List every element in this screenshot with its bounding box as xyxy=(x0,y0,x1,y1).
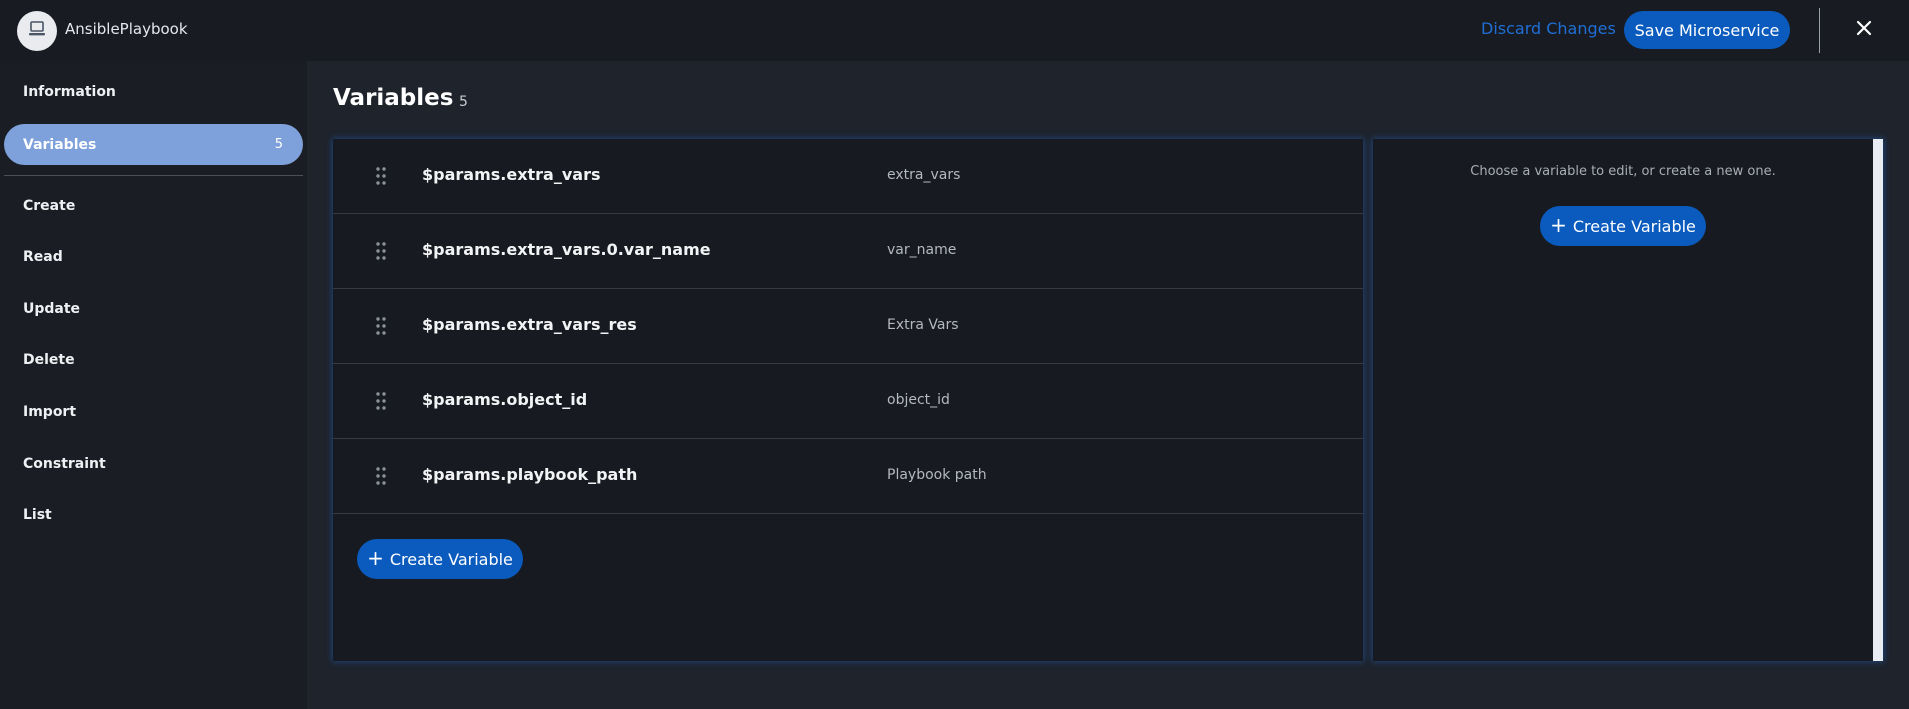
close-button[interactable] xyxy=(1852,18,1876,42)
drag-handle-icon[interactable] xyxy=(376,392,386,410)
sidebar-item-label: List xyxy=(23,507,52,523)
variables-count: 5 xyxy=(459,94,468,110)
sidebar-item-variables[interactable]: Variables 5 xyxy=(4,124,303,165)
sidebar-item-label: Create xyxy=(23,198,76,214)
variable-row[interactable]: $params.extra_vars.0.var_name var_name xyxy=(333,214,1363,289)
drag-handle-icon[interactable] xyxy=(376,242,386,260)
variables-count-badge: 5 xyxy=(274,137,283,152)
top-bar: AnsiblePlaybook Discard Changes Save Mic… xyxy=(0,0,1909,61)
plus-icon: + xyxy=(367,546,384,570)
sidebar-item-label: Delete xyxy=(23,352,75,368)
variable-row[interactable]: $params.extra_vars_res Extra Vars xyxy=(333,289,1363,364)
computer-icon xyxy=(27,20,47,42)
sidebar-item-import[interactable]: Import xyxy=(0,392,307,432)
variable-name: $params.object_id xyxy=(422,390,588,409)
editor-hint: Choose a variable to edit, or create a n… xyxy=(1470,164,1776,179)
variable-label: object_id xyxy=(887,392,950,408)
sidebar-item-delete[interactable]: Delete xyxy=(0,340,307,380)
variable-row[interactable]: $params.playbook_path Playbook path xyxy=(333,439,1363,514)
variables-list-panel: $params.extra_vars extra_vars $params.ex… xyxy=(333,139,1363,661)
editor-scrollbar[interactable] xyxy=(1873,139,1883,661)
close-icon xyxy=(1856,20,1872,40)
variable-row[interactable]: $params.object_id object_id xyxy=(333,364,1363,439)
sidebar-item-constraint[interactable]: Constraint xyxy=(0,444,307,484)
plus-icon: + xyxy=(1550,213,1567,237)
variable-editor-panel: Choose a variable to edit, or create a n… xyxy=(1373,139,1883,661)
create-variable-label: Create Variable xyxy=(1572,216,1696,236)
sidebar-divider xyxy=(4,175,303,176)
variable-name: $params.extra_vars.0.var_name xyxy=(422,240,711,259)
page-title: Variables xyxy=(333,85,454,111)
variable-label: Playbook path xyxy=(887,467,987,483)
discard-changes-link[interactable]: Discard Changes xyxy=(1481,19,1616,38)
sidebar-item-label: Information xyxy=(23,84,116,100)
sidebar-item-read[interactable]: Read xyxy=(0,237,307,277)
sidebar-item-label: Read xyxy=(23,249,63,265)
variable-label: Extra Vars xyxy=(887,317,959,333)
sidebar-item-label: Update xyxy=(23,301,81,317)
create-variable-button[interactable]: + Create Variable xyxy=(357,539,523,579)
editor-create-variable-button[interactable]: + Create Variable xyxy=(1540,206,1706,246)
sidebar-item-label: Import xyxy=(23,404,77,420)
variable-label: var_name xyxy=(887,242,957,258)
drag-handle-icon[interactable] xyxy=(376,467,386,485)
save-microservice-button[interactable]: Save Microservice xyxy=(1624,11,1790,49)
variable-name: $params.playbook_path xyxy=(422,465,638,484)
drag-handle-icon[interactable] xyxy=(376,317,386,335)
header-divider xyxy=(1819,8,1820,53)
variable-label: extra_vars xyxy=(887,167,961,183)
create-variable-label: Create Variable xyxy=(389,549,513,569)
sidebar-item-information[interactable]: Information xyxy=(0,72,307,112)
variable-name: $params.extra_vars xyxy=(422,165,601,184)
sidebar-item-update[interactable]: Update xyxy=(0,289,307,329)
sidebar-item-label: Constraint xyxy=(23,456,106,472)
sidebar-item-label: Variables xyxy=(23,136,97,153)
drag-handle-icon[interactable] xyxy=(376,167,386,185)
variable-row[interactable]: $params.extra_vars extra_vars xyxy=(333,139,1363,214)
sidebar-item-list[interactable]: List xyxy=(0,495,307,535)
app-title: AnsiblePlaybook xyxy=(65,20,188,38)
sidebar: Information Variables 5 Create Read Upda… xyxy=(0,61,307,709)
sidebar-item-create[interactable]: Create xyxy=(0,186,307,226)
app-avatar xyxy=(17,11,57,51)
variable-name: $params.extra_vars_res xyxy=(422,315,637,334)
